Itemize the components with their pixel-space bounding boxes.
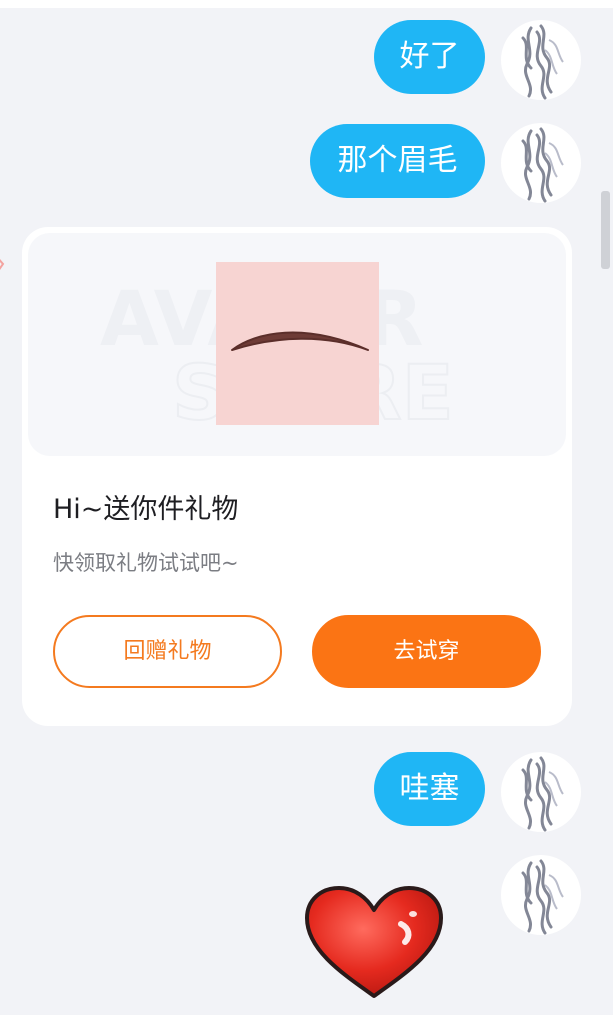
eyebrow-item-icon[interactable] bbox=[216, 262, 379, 425]
user-avatar[interactable] bbox=[501, 20, 581, 100]
gift-card: AVATAR STORE Hi~送你件礼物 快领取礼物试试吧~ 回赠礼物 去试穿 bbox=[22, 227, 572, 726]
try-on-button[interactable]: 去试穿 bbox=[312, 615, 541, 688]
gift-preview: AVATAR STORE bbox=[28, 233, 566, 456]
user-avatar[interactable] bbox=[501, 123, 581, 203]
ink-portrait-icon bbox=[521, 24, 564, 100]
gift-title: Hi~送你件礼物 bbox=[53, 494, 239, 525]
ink-portrait-icon bbox=[521, 127, 564, 203]
user-avatar[interactable] bbox=[501, 752, 581, 832]
heart-sticker-icon[interactable] bbox=[303, 884, 445, 1002]
scrollbar-thumb[interactable] bbox=[601, 191, 610, 269]
user-avatar[interactable] bbox=[501, 855, 581, 935]
ink-portrait-icon bbox=[521, 859, 564, 935]
message-bubble[interactable]: 好了 bbox=[374, 20, 485, 94]
chat-screen: 好了 那个眉毛 AVATAR STORE bbox=[0, 0, 613, 1015]
message-bubble[interactable]: 那个眉毛 bbox=[310, 124, 485, 198]
top-bar-edge bbox=[0, 0, 613, 8]
message-bubble[interactable]: 哇塞 bbox=[374, 752, 485, 826]
gift-subtitle: 快领取礼物试试吧~ bbox=[53, 551, 239, 575]
ink-portrait-icon bbox=[521, 756, 564, 832]
return-gift-button[interactable]: 回赠礼物 bbox=[53, 615, 282, 688]
partial-icon bbox=[0, 259, 5, 271]
